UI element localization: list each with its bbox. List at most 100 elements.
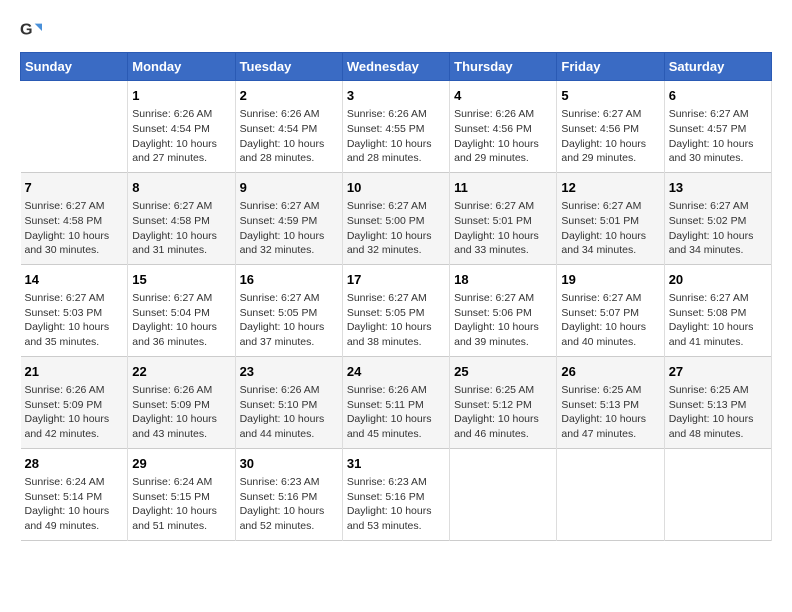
day-info: Sunrise: 6:24 AM Sunset: 5:14 PM Dayligh… [25, 475, 124, 534]
day-number: 28 [25, 455, 124, 473]
svg-text:G: G [20, 21, 33, 39]
calendar-cell: 24 Sunrise: 6:26 AM Sunset: 5:11 PM Dayli… [342, 356, 449, 448]
day-info: Sunrise: 6:26 AM Sunset: 5:09 PM Dayligh… [132, 383, 230, 442]
calendar-cell: 21 Sunrise: 6:26 AM Sunset: 5:09 PM Dayli… [21, 356, 128, 448]
day-info: Sunrise: 6:27 AM Sunset: 4:56 PM Dayligh… [561, 107, 659, 166]
calendar-cell: 25 Sunrise: 6:25 AM Sunset: 5:12 PM Dayli… [450, 356, 557, 448]
calendar-week-4: 21 Sunrise: 6:26 AM Sunset: 5:09 PM Dayli… [21, 356, 772, 448]
calendar-cell [450, 448, 557, 540]
calendar-cell: 8 Sunrise: 6:27 AM Sunset: 4:58 PM Daylig… [128, 172, 235, 264]
day-number: 23 [240, 363, 338, 381]
day-number: 14 [25, 271, 124, 289]
day-info: Sunrise: 6:27 AM Sunset: 5:07 PM Dayligh… [561, 291, 659, 350]
day-info: Sunrise: 6:26 AM Sunset: 5:10 PM Dayligh… [240, 383, 338, 442]
calendar-cell: 18Sunrise: 6:27 AM Sunset: 5:06 PM Dayli… [450, 264, 557, 356]
weekday-header-saturday: Saturday [664, 53, 771, 81]
weekday-row: SundayMondayTuesdayWednesdayThursdayFrid… [21, 53, 772, 81]
day-number: 5 [561, 87, 659, 105]
calendar-cell: 17 Sunrise: 6:27 AM Sunset: 5:05 PM Dayli… [342, 264, 449, 356]
day-number: 26 [561, 363, 659, 381]
calendar-cell: 23 Sunrise: 6:26 AM Sunset: 5:10 PM Dayli… [235, 356, 342, 448]
weekday-header-monday: Monday [128, 53, 235, 81]
calendar-table: SundayMondayTuesdayWednesdayThursdayFrid… [20, 52, 772, 541]
calendar-cell: 16 Sunrise: 6:27 AM Sunset: 5:05 PM Dayli… [235, 264, 342, 356]
day-info: Sunrise: 6:27 AM Sunset: 5:04 PM Dayligh… [132, 291, 230, 350]
calendar-cell: 11Sunrise: 6:27 AM Sunset: 5:01 PM Dayli… [450, 172, 557, 264]
day-info: Sunrise: 6:27 AM Sunset: 4:59 PM Dayligh… [240, 199, 338, 258]
day-number: 21 [25, 363, 124, 381]
weekday-header-sunday: Sunday [21, 53, 128, 81]
day-number: 17 [347, 271, 445, 289]
day-info: Sunrise: 6:27 AM Sunset: 5:05 PM Dayligh… [240, 291, 338, 350]
day-info: Sunrise: 6:27 AM Sunset: 4:58 PM Dayligh… [132, 199, 230, 258]
day-number: 16 [240, 271, 338, 289]
calendar-cell: 15 Sunrise: 6:27 AM Sunset: 5:04 PM Dayli… [128, 264, 235, 356]
calendar-cell: 28 Sunrise: 6:24 AM Sunset: 5:14 PM Dayli… [21, 448, 128, 540]
day-info: Sunrise: 6:23 AM Sunset: 5:16 PM Dayligh… [240, 475, 338, 534]
calendar-cell [21, 81, 128, 173]
day-number: 27 [669, 363, 767, 381]
calendar-cell: 30 Sunrise: 6:23 AM Sunset: 5:16 PM Dayli… [235, 448, 342, 540]
day-number: 3 [347, 87, 445, 105]
calendar-week-5: 28 Sunrise: 6:24 AM Sunset: 5:14 PM Dayli… [21, 448, 772, 540]
day-info: Sunrise: 6:26 AM Sunset: 4:56 PM Dayligh… [454, 107, 552, 166]
day-number: 20 [669, 271, 767, 289]
day-info: Sunrise: 6:27 AM Sunset: 4:58 PM Dayligh… [25, 199, 124, 258]
day-number: 8 [132, 179, 230, 197]
day-number: 6 [669, 87, 767, 105]
calendar-cell: 27 Sunrise: 6:25 AM Sunset: 5:13 PM Dayli… [664, 356, 771, 448]
calendar-cell: 22 Sunrise: 6:26 AM Sunset: 5:09 PM Dayli… [128, 356, 235, 448]
day-info: Sunrise: 6:27 AM Sunset: 5:01 PM Dayligh… [454, 199, 552, 258]
calendar-cell: 26 Sunrise: 6:25 AM Sunset: 5:13 PM Dayli… [557, 356, 664, 448]
page-header: G [20, 20, 772, 42]
logo: G [20, 20, 44, 42]
day-info: Sunrise: 6:26 AM Sunset: 5:09 PM Dayligh… [25, 383, 124, 442]
day-info: Sunrise: 6:27 AM Sunset: 5:05 PM Dayligh… [347, 291, 445, 350]
day-info: Sunrise: 6:26 AM Sunset: 4:54 PM Dayligh… [240, 107, 338, 166]
day-info: Sunrise: 6:27 AM Sunset: 5:01 PM Dayligh… [561, 199, 659, 258]
weekday-header-wednesday: Wednesday [342, 53, 449, 81]
day-number: 18 [454, 271, 552, 289]
day-info: Sunrise: 6:27 AM Sunset: 4:57 PM Dayligh… [669, 107, 767, 166]
calendar-cell: 9 Sunrise: 6:27 AM Sunset: 4:59 PM Daylig… [235, 172, 342, 264]
day-number: 30 [240, 455, 338, 473]
day-number: 24 [347, 363, 445, 381]
day-number: 13 [669, 179, 767, 197]
day-info: Sunrise: 6:27 AM Sunset: 5:08 PM Dayligh… [669, 291, 767, 350]
day-info: Sunrise: 6:27 AM Sunset: 5:03 PM Dayligh… [25, 291, 124, 350]
day-info: Sunrise: 6:27 AM Sunset: 5:00 PM Dayligh… [347, 199, 445, 258]
day-number: 25 [454, 363, 552, 381]
day-info: Sunrise: 6:25 AM Sunset: 5:13 PM Dayligh… [561, 383, 659, 442]
day-info: Sunrise: 6:26 AM Sunset: 4:54 PM Dayligh… [132, 107, 230, 166]
day-info: Sunrise: 6:25 AM Sunset: 5:13 PM Dayligh… [669, 383, 767, 442]
weekday-header-friday: Friday [557, 53, 664, 81]
calendar-body: 1 Sunrise: 6:26 AM Sunset: 4:54 PM Daylig… [21, 81, 772, 541]
day-info: Sunrise: 6:24 AM Sunset: 5:15 PM Dayligh… [132, 475, 230, 534]
calendar-cell: 10 Sunrise: 6:27 AM Sunset: 5:00 PM Dayli… [342, 172, 449, 264]
day-info: Sunrise: 6:25 AM Sunset: 5:12 PM Dayligh… [454, 383, 552, 442]
calendar-cell [557, 448, 664, 540]
day-number: 29 [132, 455, 230, 473]
day-number: 12 [561, 179, 659, 197]
logo-icon: G [20, 20, 42, 42]
calendar-cell: 1 Sunrise: 6:26 AM Sunset: 4:54 PM Daylig… [128, 81, 235, 173]
calendar-cell: 4 Sunrise: 6:26 AM Sunset: 4:56 PM Daylig… [450, 81, 557, 173]
calendar-cell: 7Sunrise: 6:27 AM Sunset: 4:58 PM Daylig… [21, 172, 128, 264]
day-number: 1 [132, 87, 230, 105]
calendar-cell: 20 Sunrise: 6:27 AM Sunset: 5:08 PM Dayli… [664, 264, 771, 356]
calendar-cell: 6 Sunrise: 6:27 AM Sunset: 4:57 PM Daylig… [664, 81, 771, 173]
calendar-cell: 3 Sunrise: 6:26 AM Sunset: 4:55 PM Daylig… [342, 81, 449, 173]
day-number: 22 [132, 363, 230, 381]
day-number: 4 [454, 87, 552, 105]
calendar-cell: 14 Sunrise: 6:27 AM Sunset: 5:03 PM Dayli… [21, 264, 128, 356]
calendar-cell: 19 Sunrise: 6:27 AM Sunset: 5:07 PM Dayli… [557, 264, 664, 356]
day-info: Sunrise: 6:26 AM Sunset: 4:55 PM Dayligh… [347, 107, 445, 166]
day-number: 9 [240, 179, 338, 197]
calendar-cell [664, 448, 771, 540]
day-info: Sunrise: 6:26 AM Sunset: 5:11 PM Dayligh… [347, 383, 445, 442]
day-number: 19 [561, 271, 659, 289]
day-number: 10 [347, 179, 445, 197]
calendar-week-3: 14 Sunrise: 6:27 AM Sunset: 5:03 PM Dayli… [21, 264, 772, 356]
day-number: 31 [347, 455, 445, 473]
day-number: 15 [132, 271, 230, 289]
